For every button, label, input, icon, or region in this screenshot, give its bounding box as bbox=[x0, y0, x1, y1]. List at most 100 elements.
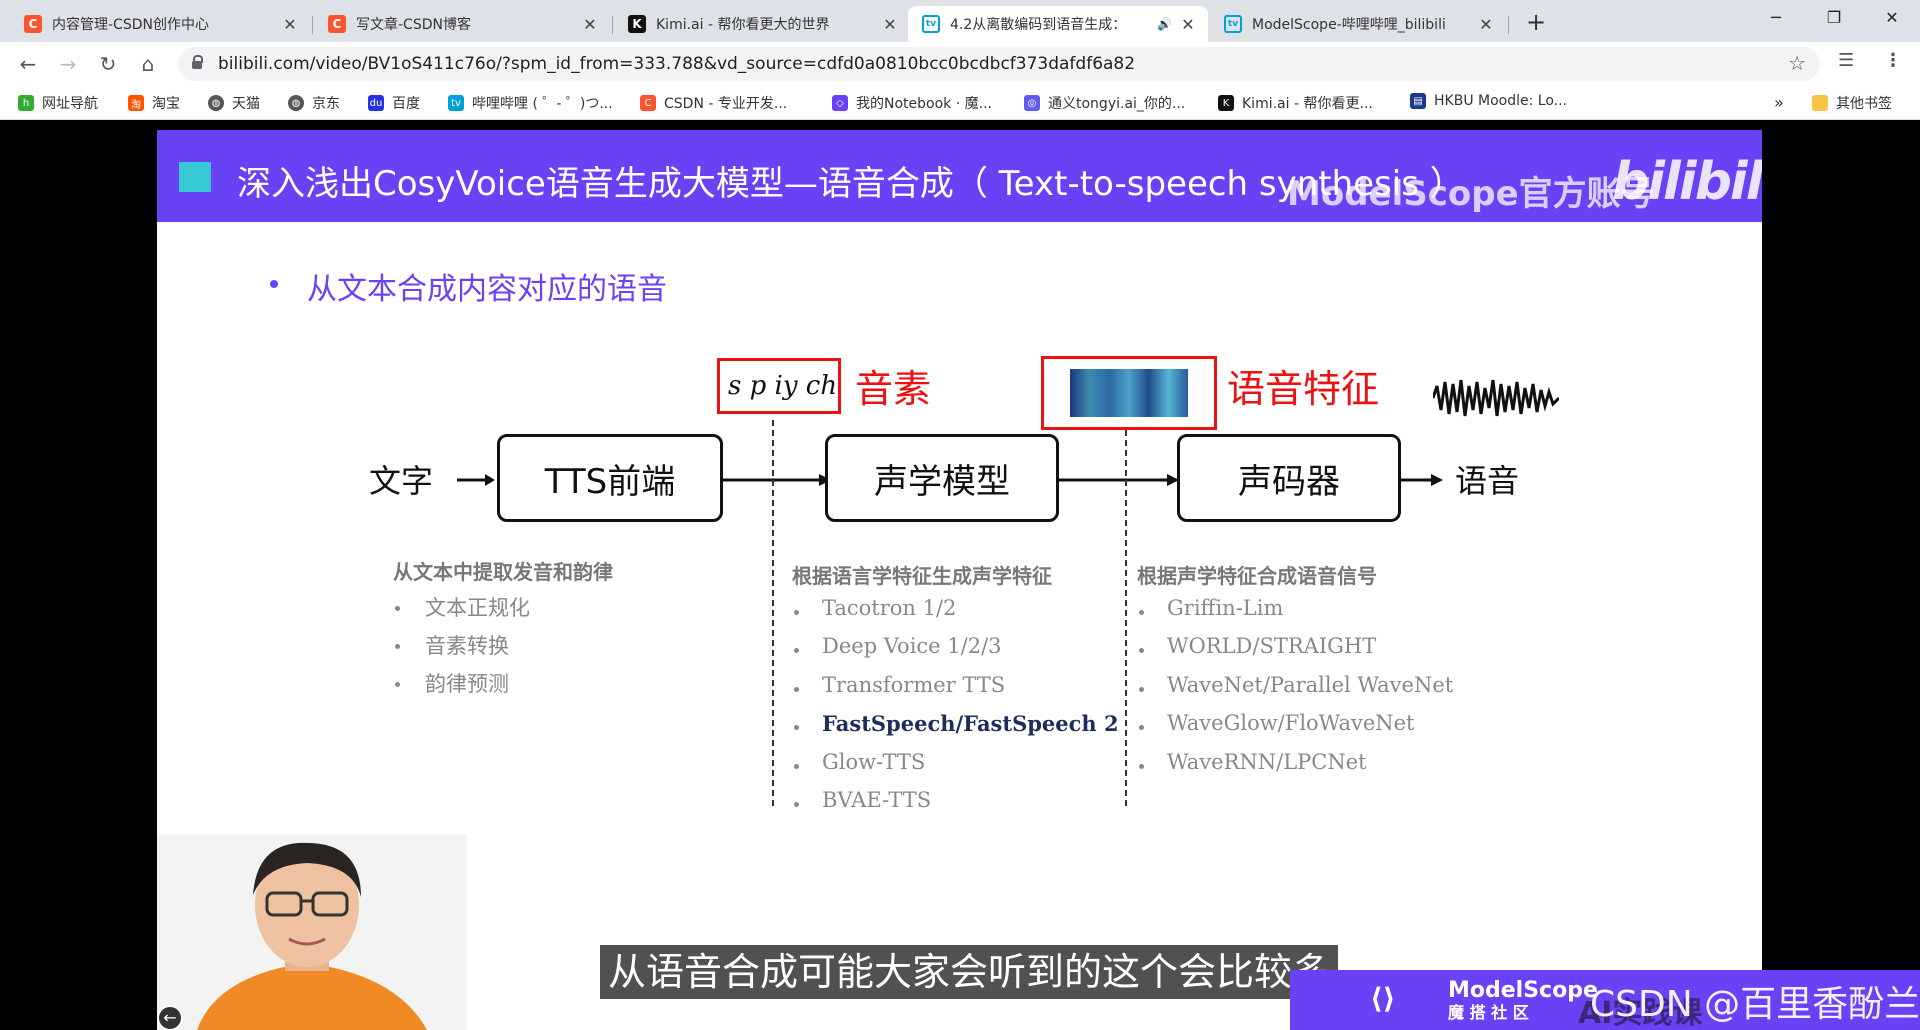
minimize-button[interactable]: ─ bbox=[1752, 0, 1800, 36]
phoneme-box: s p iy ch bbox=[717, 358, 841, 414]
bullet-icon bbox=[1139, 687, 1144, 692]
tab-separator bbox=[1508, 16, 1509, 34]
tab-kimi[interactable]: K Kimi.ai - 帮你看更大的世界 ✕ bbox=[614, 6, 910, 42]
bookmark-csdn[interactable]: C CSDN - 专业开发... bbox=[640, 93, 787, 113]
bookmark-kimi[interactable]: K Kimi.ai - 帮你看更... bbox=[1218, 93, 1373, 113]
slide-title: 深入浅出CosyVoice语音生成大模型—语音合成（ Text-to-speec… bbox=[237, 164, 1464, 204]
bullet-icon bbox=[1139, 610, 1144, 615]
bookmark-moodle[interactable]: ▤ HKBU Moodle: Lo... bbox=[1410, 93, 1567, 109]
bookmark-label: 其他书签 bbox=[1836, 96, 1892, 112]
bullet-icon bbox=[794, 610, 799, 615]
back-icon[interactable]: ← bbox=[14, 50, 42, 78]
vocoder-description: 根据声学特征合成语音信号 bbox=[1137, 564, 1377, 588]
arrow-icon bbox=[1401, 474, 1443, 486]
dashed-divider bbox=[772, 420, 774, 806]
bookmarks-overflow-button[interactable]: » bbox=[1774, 93, 1784, 112]
tab-modelscope-bilibili[interactable]: tv ModelScope-哔哩哔哩_bilibili ✕ bbox=[1210, 6, 1506, 42]
bilibili-icon: tv bbox=[1224, 15, 1242, 33]
reload-icon[interactable]: ↻ bbox=[94, 50, 122, 78]
bullet-icon bbox=[395, 682, 400, 687]
bullet-icon bbox=[794, 764, 799, 769]
bookmark-star-icon[interactable]: ☆ bbox=[1788, 51, 1806, 75]
tab-title: 4.2从离散编码到语音生成： bbox=[950, 17, 1127, 33]
bookmark-jd[interactable]: ◍ 京东 bbox=[288, 93, 340, 113]
tab-title: ModelScope-哔哩哔哩_bilibili bbox=[1252, 17, 1446, 33]
menu-icon[interactable]: ⋮ bbox=[1884, 50, 1902, 71]
bookmark-label: 哔哩哔哩 ( ゜- ゜)つ... bbox=[472, 96, 613, 112]
bookmark-label: Kimi.ai - 帮你看更... bbox=[1242, 96, 1373, 112]
other-bookmarks[interactable]: 其他书签 bbox=[1812, 93, 1892, 113]
bookmark-bilibili[interactable]: tv 哔哩哔哩 ( ゜- ゜)つ... bbox=[448, 93, 613, 113]
list-item: BVAE-TTS bbox=[822, 788, 932, 812]
tts-frontend-label: TTS前端 bbox=[544, 461, 676, 502]
bookmark-label: 百度 bbox=[392, 96, 420, 112]
list-item: WORLD/STRAIGHT bbox=[1167, 634, 1377, 658]
address-bar[interactable]: bilibili.com/video/BV1oS411c76o/?spm_id_… bbox=[178, 47, 1820, 81]
csdn-icon: C bbox=[328, 15, 346, 33]
csdn-watermark: CSDN @百里香酚兰 bbox=[1590, 984, 1920, 1025]
bullet-icon bbox=[1139, 648, 1144, 653]
bullet-icon bbox=[1139, 764, 1144, 769]
list-item: 音素转换 bbox=[425, 634, 509, 658]
bookmark-label: 天猫 bbox=[232, 96, 260, 112]
close-window-button[interactable]: ✕ bbox=[1868, 0, 1916, 36]
feature-label: 语音特征 bbox=[1227, 367, 1380, 411]
acoustic-model-box: 声学模型 bbox=[825, 434, 1059, 522]
tab-separator bbox=[312, 16, 313, 34]
hao-icon: h bbox=[18, 95, 34, 111]
bookmark-taobao[interactable]: 淘淘宝 bbox=[128, 93, 180, 113]
bookmark-label: 通义tongyi.ai_你的... bbox=[1048, 96, 1186, 112]
flow-input-text: 文字 bbox=[369, 462, 434, 500]
presenter-webcam bbox=[157, 835, 467, 1030]
speaker-icon[interactable]: 🔊 bbox=[1157, 17, 1172, 31]
bullet-icon bbox=[395, 644, 400, 649]
list-item: Griffin-Lim bbox=[1167, 596, 1284, 620]
list-item: Transformer TTS bbox=[822, 673, 1006, 697]
banner-square-icon bbox=[179, 162, 211, 192]
home-icon[interactable]: ⌂ bbox=[134, 50, 162, 78]
modelscope-brand: ModelScope 魔 搭 社 区 bbox=[1448, 980, 1598, 1024]
spectrogram-image bbox=[1070, 369, 1188, 417]
restore-button[interactable]: ❐ bbox=[1810, 0, 1858, 36]
new-tab-button[interactable]: + bbox=[1522, 8, 1550, 36]
video-subtitle: 从语音合成可能大家会听到的这个会比较多 bbox=[600, 945, 1339, 999]
video-player[interactable]: 深入浅出CosyVoice语音生成大模型—语音合成（ Text-to-speec… bbox=[0, 120, 1920, 1030]
close-icon[interactable]: ✕ bbox=[1178, 15, 1198, 34]
acoustic-description: 根据语言学特征生成声学特征 bbox=[792, 564, 1052, 588]
bilibili-icon: tv bbox=[922, 15, 940, 33]
phoneme-example: s p iy ch bbox=[728, 371, 838, 401]
list-item: FastSpeech/FastSpeech 2 bbox=[822, 711, 1119, 736]
bookmark-label: HKBU Moodle: Lo... bbox=[1434, 93, 1567, 109]
close-icon[interactable]: ✕ bbox=[1476, 15, 1496, 34]
list-item: 韵律预测 bbox=[425, 672, 509, 696]
presenter-image bbox=[157, 835, 467, 1030]
tab-csdn-write[interactable]: C 写文章-CSDN博客 ✕ bbox=[314, 6, 610, 42]
list-item: WaveNet/Parallel WaveNet bbox=[1167, 673, 1454, 697]
arrow-icon bbox=[723, 474, 831, 486]
bookmark-label: CSDN - 专业开发... bbox=[664, 96, 788, 112]
modelscope-logo-icon: ⟨⟩ bbox=[1370, 982, 1396, 1015]
forward-icon[interactable]: → bbox=[54, 50, 82, 78]
tab-bilibili-video[interactable]: tv 4.2从离散编码到语音生成： 🔊 ✕ bbox=[908, 6, 1208, 42]
bookmark-label: 京东 bbox=[312, 96, 340, 112]
bookmark-hao[interactable]: h 网址导航 bbox=[18, 93, 98, 113]
phoneme-label: 音素 bbox=[855, 367, 932, 411]
bookmark-tongyi[interactable]: ◎ 通义tongyi.ai_你的... bbox=[1024, 93, 1185, 113]
bookmark-notebook[interactable]: ◇ 我的Notebook · 魔... bbox=[832, 93, 992, 113]
list-item: Glow-TTS bbox=[822, 750, 926, 774]
bullet-icon bbox=[794, 725, 799, 730]
modelscope-watermark: ModelScope官方账号 bbox=[1287, 174, 1655, 214]
bullet-icon bbox=[270, 280, 278, 288]
back-arrow-icon[interactable]: ← bbox=[157, 1005, 183, 1030]
url-text[interactable]: bilibili.com/video/BV1oS411c76o/?spm_id_… bbox=[218, 54, 1135, 74]
bookmark-baidu[interactable]: du 百度 bbox=[368, 93, 420, 113]
close-icon[interactable]: ✕ bbox=[880, 15, 900, 34]
moodle-icon: ▤ bbox=[1410, 93, 1426, 109]
bookmark-tmall[interactable]: ◍ 天猫 bbox=[208, 93, 260, 113]
tab-csdn-creator[interactable]: C 内容管理-CSDN创作中心 ✕ bbox=[10, 6, 310, 42]
close-icon[interactable]: ✕ bbox=[580, 15, 600, 34]
bilibili-icon: tv bbox=[448, 95, 464, 111]
reading-list-icon[interactable]: ☰ bbox=[1838, 50, 1854, 71]
lock-icon[interactable] bbox=[192, 55, 203, 69]
close-icon[interactable]: ✕ bbox=[280, 15, 300, 34]
